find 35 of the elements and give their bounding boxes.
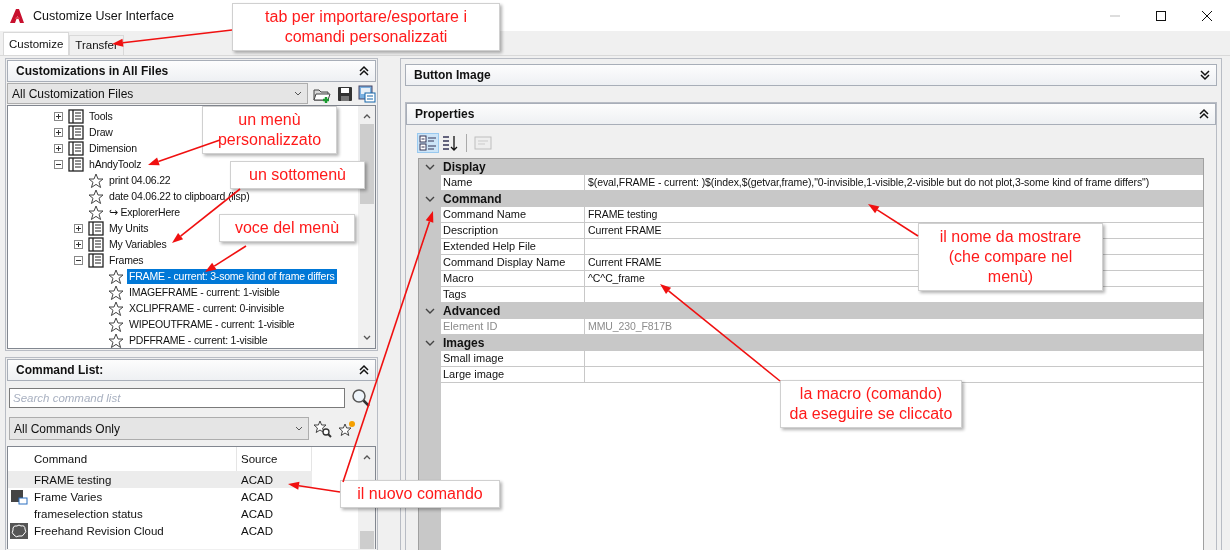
category-label: Images	[442, 336, 485, 350]
callout-tooltip: un sottomenù	[230, 161, 365, 189]
panel-title: Command List:	[16, 363, 104, 377]
property-name: Small image	[441, 351, 585, 366]
table-cell-text: frameselection status	[33, 507, 144, 520]
callout-tooltip: un menù personalizzato	[202, 106, 337, 154]
callout-tooltip: la macro (comando) da eseguire se cliccato	[780, 380, 962, 428]
panel-title: Properties	[415, 107, 475, 121]
property-name: Element ID	[441, 319, 585, 334]
property-name: Command Name	[441, 207, 585, 222]
callout-tooltip: il nuovo comando	[340, 480, 500, 508]
callout-tooltip: voce del menù	[219, 214, 355, 242]
window-title: Customize User Interface	[33, 8, 175, 23]
property-name: Macro	[441, 271, 585, 286]
category-label: Command	[442, 192, 502, 206]
table-cell-text: ACAD	[240, 490, 274, 503]
property-name: Description	[441, 223, 585, 238]
property-name: Large image	[441, 367, 585, 382]
category-label: Display	[442, 160, 486, 174]
table-cell-text: ACAD	[240, 524, 274, 537]
callout-tooltip: il nome da mostrare (che compare nel menù)	[918, 223, 1103, 291]
property-name: Extended Help File	[441, 239, 585, 254]
table-cell-text: Freehand Revision Cloud	[33, 524, 165, 537]
table-cell-text: ACAD	[240, 473, 274, 486]
property-name: Command Display Name	[441, 255, 585, 270]
table-cell-text: FRAME testing	[33, 473, 113, 486]
table-cell-text: Frame Varies	[33, 490, 104, 503]
panel-title: Customizations in All Files	[16, 64, 169, 78]
panel-title: Button Image	[414, 68, 491, 82]
table-cell-text: ACAD	[240, 507, 274, 520]
property-value: MMU_230_F817B	[588, 320, 672, 332]
property-name: Tags	[441, 287, 585, 302]
property-name: Name	[441, 175, 585, 190]
category-label: Advanced	[442, 304, 501, 318]
callout-tooltip: tab per importare/esportare i comandi personalizzati	[232, 3, 500, 51]
